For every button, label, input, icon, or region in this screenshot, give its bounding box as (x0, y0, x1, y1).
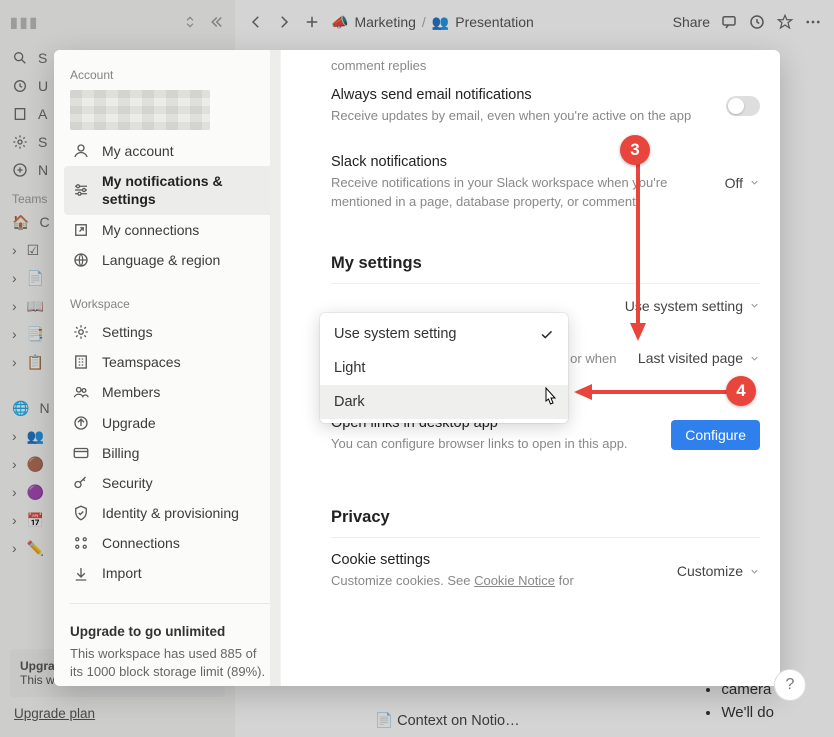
share-button[interactable]: Share (673, 14, 710, 30)
privacy-heading: Privacy (331, 508, 760, 538)
avatar (70, 90, 210, 130)
person-icon (72, 142, 90, 160)
email-toggle[interactable] (726, 96, 760, 116)
building-icon (72, 353, 90, 371)
forward-icon[interactable] (275, 13, 293, 31)
setting-appearance: Use system setting (331, 284, 760, 316)
dropdown-option-system[interactable]: Use system setting (320, 317, 568, 351)
annotation-callout-4: 4 (726, 376, 756, 406)
configure-button[interactable]: Configure (671, 420, 760, 450)
plus-icon[interactable] (303, 13, 321, 31)
dropdown-option-light[interactable]: Light (320, 351, 568, 385)
dropdown-option-dark[interactable]: Dark (320, 385, 568, 419)
slack-select[interactable]: Off (725, 175, 760, 191)
sidebar-item-settings[interactable]: Settings (64, 317, 276, 347)
setting-email-notifications: Always send email notifications Receive … (331, 73, 760, 140)
back-icon[interactable] (247, 13, 265, 31)
sidebar-item-security[interactable]: Security (64, 468, 276, 498)
sliders-icon (72, 181, 90, 199)
sidebar-item-my-connections[interactable]: My connections (64, 215, 276, 245)
star-icon[interactable] (776, 13, 794, 31)
setting-cookie: Cookie settings Customize cookies. See C… (331, 538, 760, 591)
upgrade-box: Upgrade to go unlimited This workspace h… (64, 618, 276, 686)
bg-topbar: 📣Marketing / 👥Presentation Share (235, 0, 834, 44)
sidebar-item-members[interactable]: Members (64, 377, 276, 407)
appearance-select[interactable]: Use system setting (625, 298, 760, 314)
external-icon (72, 221, 90, 239)
more-icon[interactable] (804, 13, 822, 31)
key-icon (72, 474, 90, 492)
globe-icon (72, 251, 90, 269)
setting-slack-notifications: Slack notifications Receive notification… (331, 140, 760, 226)
grid-icon (72, 534, 90, 552)
sidebar-item-teamspaces[interactable]: Teamspaces (64, 347, 276, 377)
people-icon (72, 383, 90, 401)
sidebar-item-my-account[interactable]: My account (64, 136, 276, 166)
credit-card-icon (72, 444, 90, 462)
gear-icon (72, 323, 90, 341)
cookie-notice-link[interactable]: Cookie Notice (474, 573, 555, 588)
bg-upgrade-link[interactable]: Upgrade plan (14, 706, 95, 721)
arrow-up-circle-icon (72, 414, 90, 432)
chevron-down-icon (749, 177, 760, 188)
history-icon[interactable] (748, 13, 766, 31)
check-icon (539, 327, 554, 342)
chevron-down-icon (749, 353, 760, 364)
shield-check-icon (72, 504, 90, 522)
sidebar-item-language[interactable]: Language & region (64, 245, 276, 275)
comment-replies-fragment: comment replies (331, 50, 760, 73)
modal-sidebar[interactable]: Account My account My notifications & se… (54, 50, 281, 686)
help-button[interactable]: ? (774, 669, 806, 701)
chevron-down-icon (749, 300, 760, 311)
account-section-label: Account (64, 60, 276, 88)
collapse-icon (207, 13, 225, 31)
sidebar-item-connections[interactable]: Connections (64, 528, 276, 558)
sidebar-item-identity[interactable]: Identity & provisioning (64, 498, 276, 528)
sidebar-item-import[interactable]: Import (64, 558, 276, 588)
workspace-section-label: Workspace (64, 289, 276, 317)
sidebar-item-billing[interactable]: Billing (64, 438, 276, 468)
sidebar-item-upgrade[interactable]: Upgrade (64, 408, 276, 438)
comments-icon[interactable] (720, 13, 738, 31)
appearance-dropdown: Use system setting Light Dark (320, 313, 568, 423)
cookie-select[interactable]: Customize (677, 563, 760, 579)
sidebar-item-notifications[interactable]: My notifications & settings (64, 166, 276, 214)
annotation-callout-3: 3 (620, 135, 650, 165)
open-on-start-select[interactable]: Last visited page (638, 350, 760, 366)
download-icon (72, 565, 90, 583)
chevron-updown-icon (183, 15, 197, 29)
breadcrumb[interactable]: 📣Marketing / 👥Presentation (331, 14, 534, 31)
my-settings-heading: My settings (331, 254, 760, 284)
chevron-down-icon (749, 566, 760, 577)
